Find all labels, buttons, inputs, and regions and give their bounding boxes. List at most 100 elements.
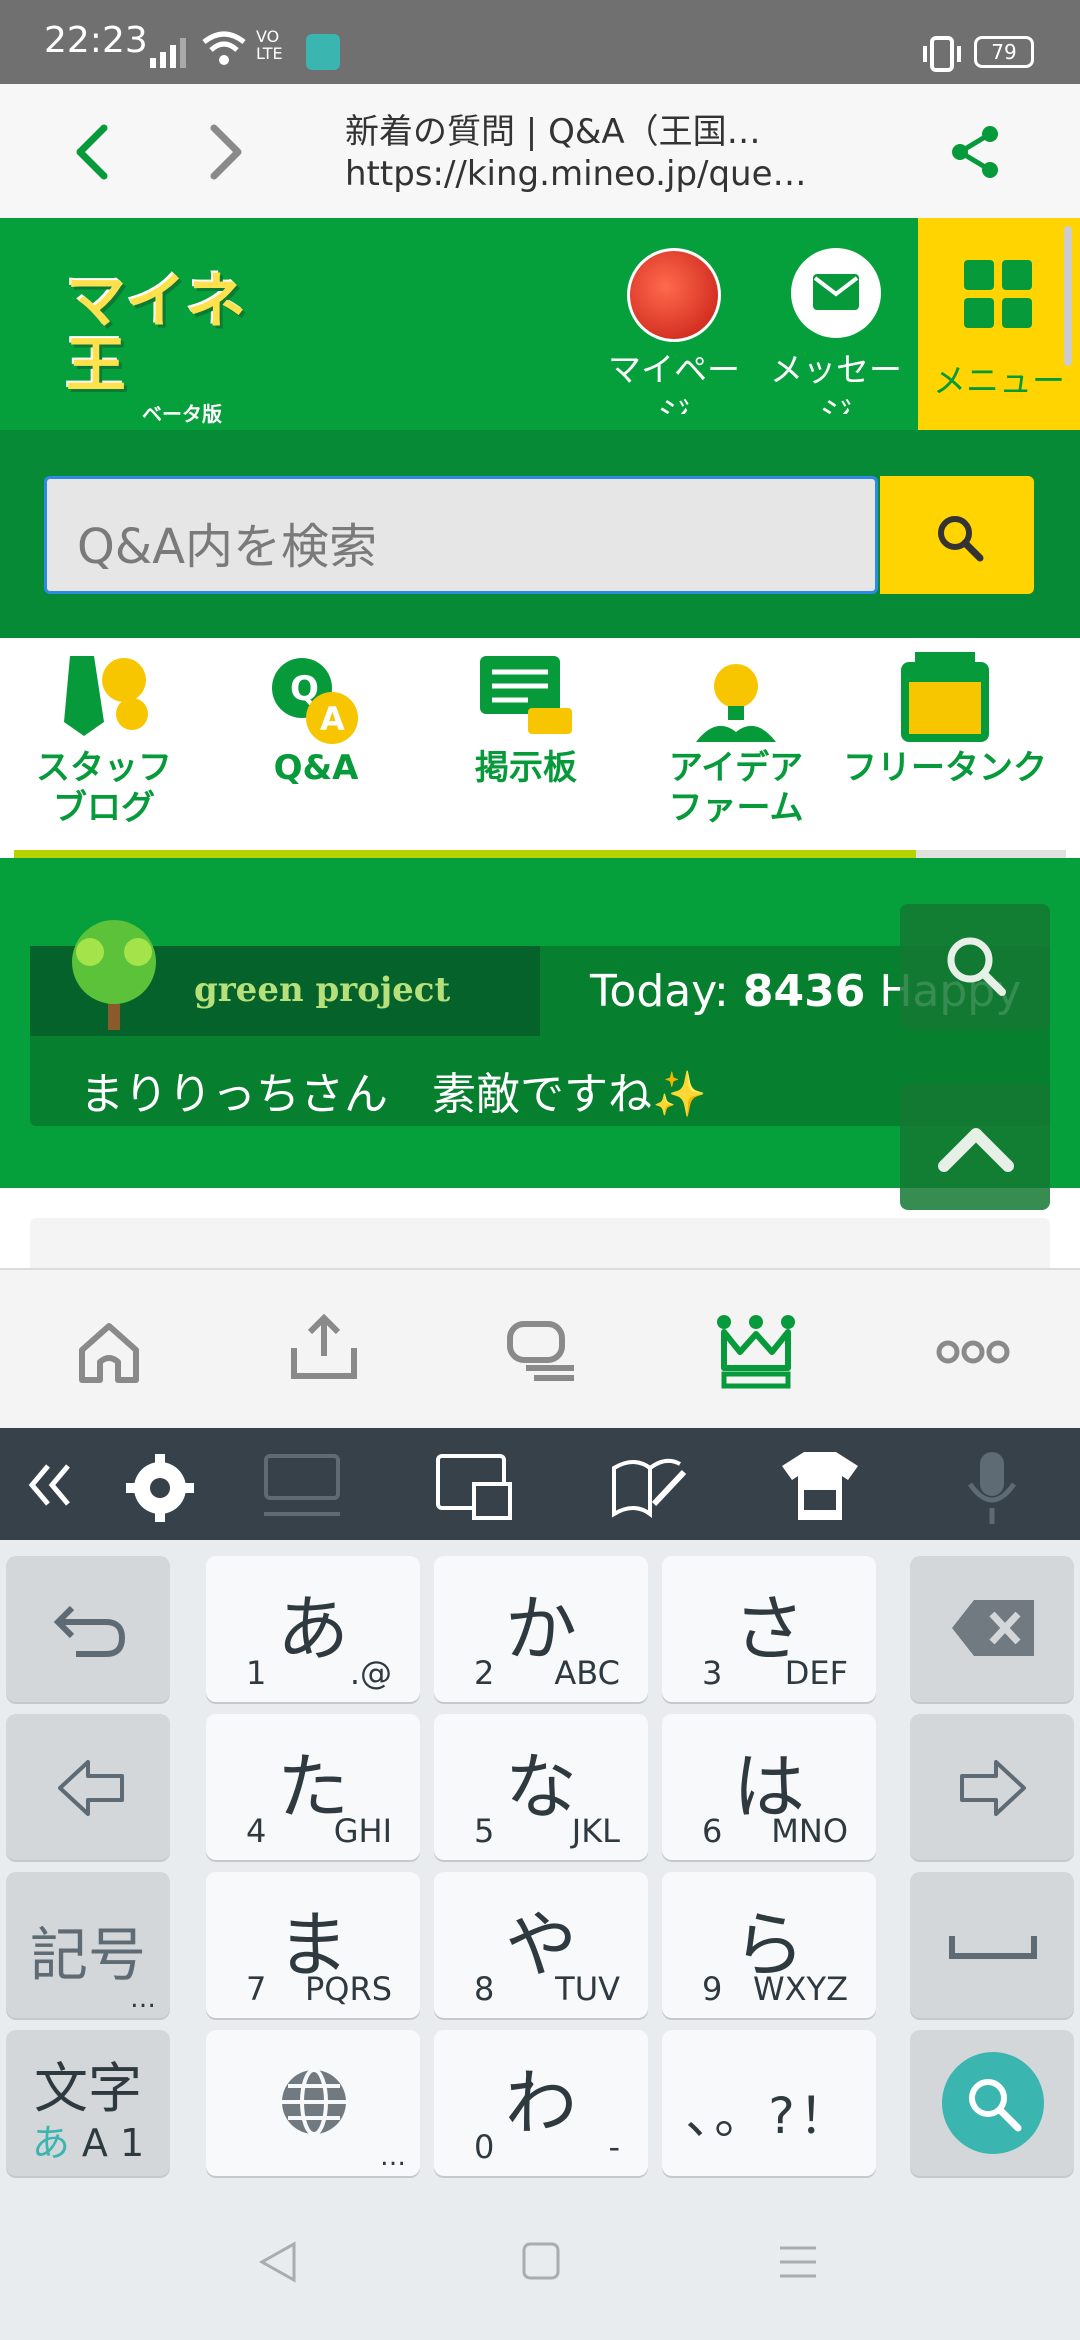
punctuation-key-label: 、。?！ <box>685 2087 853 2145</box>
status-time: 22:23 <box>44 20 148 61</box>
key-alpha: GHI <box>333 1812 392 1850</box>
keyboard-theme-icon[interactable] <box>778 1450 862 1522</box>
search-button[interactable] <box>880 476 1034 594</box>
notification-app-icon <box>306 34 340 70</box>
symbol-key-label: 記号 <box>29 1921 146 1989</box>
collapse-toolbar-icon[interactable] <box>26 1462 74 1508</box>
category-label: 掲示板 <box>475 748 577 788</box>
qa-icon: Q A <box>272 658 358 744</box>
message-label: メッセー ジ <box>770 350 902 414</box>
home-icon[interactable] <box>74 1320 144 1386</box>
key-ya[interactable]: や 8 TUV <box>434 1872 648 2018</box>
keyboard-resize-icon[interactable] <box>260 1454 344 1524</box>
menu-label: メニュー <box>933 361 1065 400</box>
input-mode-key[interactable]: 文字 あ A 1 <box>6 2030 170 2176</box>
category-label: アイデア ファーム <box>668 748 804 828</box>
key-alpha: TUV <box>555 1970 620 2008</box>
symbol-key[interactable]: 記号 … <box>6 1872 170 2018</box>
undo-key[interactable] <box>6 1556 170 1702</box>
green-project-message: まりりっちさん 素敵ですね✨ <box>80 1069 707 1120</box>
key-wa[interactable]: わ0- <box>434 2030 648 2176</box>
key-number: 1 <box>246 1654 267 1692</box>
menu-button[interactable]: メニュー <box>918 218 1080 430</box>
category-label: フリータンク <box>843 748 1047 788</box>
key-ra[interactable]: ら 9 WXYZ <box>662 1872 876 2018</box>
search-icon <box>938 516 984 562</box>
cursor-left-key[interactable] <box>6 1714 170 1860</box>
upload-tray-icon[interactable] <box>288 1314 360 1386</box>
dictionary-edit-icon[interactable] <box>610 1454 690 1520</box>
microphone-icon[interactable] <box>964 1450 1020 1526</box>
symbol-key-dots: … <box>130 1984 156 2014</box>
undo-icon <box>53 1605 126 1657</box>
site-logo[interactable]: マイネ王 ベータ版 <box>66 270 302 426</box>
avatar <box>627 248 721 342</box>
forward-icon[interactable] <box>204 122 248 182</box>
key-number: 5 <box>474 1812 495 1850</box>
backspace-key[interactable] <box>910 1556 1074 1702</box>
share-icon[interactable] <box>948 124 1004 180</box>
list-item[interactable] <box>30 1218 1050 1268</box>
space-key[interactable] <box>910 1872 1074 2018</box>
mypage-button[interactable]: マイペー ジ <box>594 248 754 430</box>
key-ha[interactable]: は 6 MNO <box>662 1714 876 1860</box>
language-key[interactable]: … <box>206 2030 420 2176</box>
bulletin-board-icon <box>480 656 572 734</box>
search-section: Q&A内を検索 <box>0 430 1080 638</box>
scroll-progress-bar <box>14 850 916 858</box>
key-number: 3 <box>702 1654 723 1692</box>
key-ta[interactable]: た 4 GHI <box>206 1714 420 1860</box>
category-nav: スタッフ ブログ Q A Q&A 掲示板 アイデア ファーム フリータンク <box>0 638 1080 858</box>
message-button[interactable]: メッセー ジ <box>756 248 916 430</box>
mode-key-hiragana: あ <box>31 2121 70 2165</box>
nav-recents-icon[interactable] <box>778 2244 818 2280</box>
green-project-box[interactable]: green project Today: 8436 Happy まりりっちさん … <box>30 920 1050 1126</box>
backspace-icon <box>952 1600 1034 1656</box>
punctuation-key[interactable]: 、。?！ <box>662 2030 876 2176</box>
nav-home-icon[interactable] <box>522 2242 560 2280</box>
cursor-right-key[interactable] <box>910 1714 1074 1860</box>
category-free-tank[interactable]: フリータンク <box>840 652 1050 842</box>
key-number: 6 <box>702 1812 723 1850</box>
keyboard-layout-icon[interactable] <box>434 1452 514 1522</box>
floating-search-button[interactable] <box>900 904 1050 1030</box>
key-ka[interactable]: か 2 ABC <box>434 1556 648 1702</box>
key-number: 4 <box>246 1812 267 1850</box>
green-project-banner: green project Today: 8436 Happy まりりっちさん … <box>0 858 1080 1210</box>
key-a[interactable]: あ 1 .@ <box>206 1556 420 1702</box>
key-number: 9 <box>702 1970 723 2008</box>
category-label: スタッフ ブログ <box>36 748 172 828</box>
scrollbar[interactable] <box>1064 226 1072 366</box>
battery-indicator: 79 <box>974 36 1034 68</box>
search-input[interactable]: Q&A内を検索 <box>44 476 878 594</box>
volte-label: VO LTE <box>256 27 283 63</box>
key-sa[interactable]: さ 3 DEF <box>662 1556 876 1702</box>
tabs-icon[interactable] <box>504 1318 580 1384</box>
green-project-logo-text: green project <box>194 970 451 1010</box>
scroll-to-top-button[interactable] <box>900 1084 1050 1210</box>
category-staff-blog[interactable]: スタッフ ブログ <box>14 652 194 842</box>
gear-icon[interactable] <box>124 1452 196 1524</box>
category-board[interactable]: 掲示板 <box>436 652 616 842</box>
category-label: Q&A <box>273 748 359 788</box>
signal-icon <box>150 38 186 68</box>
back-icon[interactable] <box>70 122 114 182</box>
key-alpha: PQRS <box>304 1970 392 2008</box>
key-alpha: - <box>608 2128 620 2166</box>
category-idea-farm[interactable]: アイデア ファーム <box>646 652 826 842</box>
page-url[interactable]: https://king.mineo.jp/que… <box>345 154 807 194</box>
arrow-left-icon <box>58 1760 124 1816</box>
mypage-label: マイペー ジ <box>608 350 740 414</box>
category-qa[interactable]: Q A Q&A <box>226 652 406 842</box>
wifi-icon <box>202 31 246 65</box>
key-na[interactable]: な 5 JKL <box>434 1714 648 1860</box>
key-ma[interactable]: ま 7 PQRS <box>206 1872 420 2018</box>
space-icon <box>949 1936 1037 1959</box>
lightbulb-icon <box>696 664 776 742</box>
nav-back-icon[interactable] <box>258 2240 298 2284</box>
crown-icon[interactable] <box>714 1312 798 1392</box>
today-count: 8436 <box>742 966 866 1017</box>
search-enter-key[interactable] <box>910 2030 1074 2176</box>
browser-toolbar: 新着の質問 | Q&A（王国… https://king.mineo.jp/qu… <box>0 84 1080 220</box>
more-icon[interactable] <box>936 1340 1010 1364</box>
